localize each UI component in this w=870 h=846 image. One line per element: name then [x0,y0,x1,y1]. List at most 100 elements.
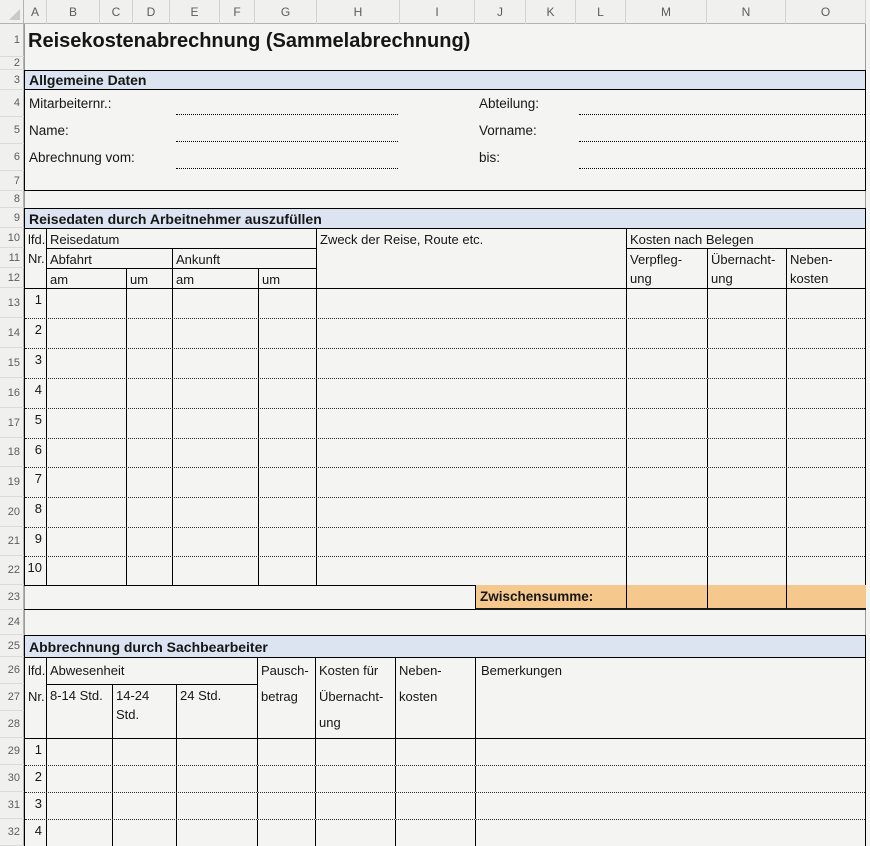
travel-row-cell[interactable] [627,498,708,527]
row-header-26[interactable]: 26 [0,657,24,684]
travel-row-cell[interactable] [317,468,627,497]
clerk-row-cell[interactable] [177,739,258,765]
select-all-corner[interactable] [0,0,24,24]
travel-row-cell[interactable] [708,439,787,467]
clerk-row-cell[interactable] [316,820,396,846]
travel-row-cell[interactable] [47,289,127,318]
input-line-name[interactable] [176,141,398,142]
header-ankunft-am[interactable]: am [173,269,259,289]
clerk-row-number[interactable]: 1 [25,739,47,765]
travel-row-number[interactable]: 3 [25,349,47,378]
travel-row-cell[interactable] [317,498,627,527]
row-header-2[interactable]: 2 [0,57,24,70]
travel-row-cell[interactable] [787,557,865,586]
column-header-H[interactable]: H [317,0,400,24]
travel-row-cell[interactable] [787,439,865,467]
subtotal-verpflegung-cell[interactable] [627,585,708,608]
subtotal-uebernachtung-cell[interactable] [708,585,787,608]
travel-row-cell[interactable] [47,528,127,556]
travel-row-cell[interactable] [173,349,259,378]
row-header-32[interactable]: 32 [0,819,24,846]
travel-row-cell[interactable] [127,557,173,586]
input-line-abteilung[interactable] [579,114,865,115]
clerk-row-cell[interactable] [476,820,865,846]
clerk-row-number[interactable]: 3 [25,793,47,819]
travel-row-cell[interactable] [259,379,317,408]
subtotal-nebenkosten-cell[interactable] [787,585,866,608]
travel-row-cell[interactable] [708,528,787,556]
travel-row-cell[interactable] [627,289,708,318]
clerk-row-cell[interactable] [113,820,177,846]
column-header-G[interactable]: G [255,0,317,24]
row-header-13[interactable]: 13 [0,288,24,318]
clerk-header-8-14-std[interactable]: 8-14 Std. [47,685,113,739]
travel-row-number[interactable]: 9 [25,528,47,556]
header-abfahrt[interactable]: Abfahrt [47,249,173,269]
header-ankunft[interactable]: Ankunft [173,249,317,269]
column-header-E[interactable]: E [170,0,220,24]
travel-row-cell[interactable] [47,409,127,438]
travel-row-cell[interactable] [627,409,708,438]
column-header-L[interactable]: L [576,0,626,24]
travel-row-cell[interactable] [627,528,708,556]
travel-row-cell[interactable] [127,379,173,408]
clerk-row-cell[interactable] [316,739,396,765]
column-header-I[interactable]: I [400,0,475,24]
travel-row-cell[interactable] [708,557,787,586]
clerk-row-number[interactable]: 2 [25,766,47,792]
travel-row-cell[interactable] [317,528,627,556]
travel-row-cell[interactable] [708,409,787,438]
travel-row-cell[interactable] [259,409,317,438]
travel-row-cell[interactable] [787,468,865,497]
column-header-K[interactable]: K [526,0,576,24]
clerk-row-cell[interactable] [47,739,113,765]
travel-row-cell[interactable] [173,319,259,348]
clerk-row-cell[interactable] [177,820,258,846]
row-header-30[interactable]: 30 [0,765,24,792]
travel-row-cell[interactable] [627,439,708,467]
clerk-header-bemerkungen[interactable]: Bemerkungen [476,658,866,739]
travel-row-cell[interactable] [317,557,627,586]
clerk-row-cell[interactable] [113,739,177,765]
column-header-M[interactable]: M [626,0,707,24]
travel-row-cell[interactable] [47,557,127,586]
travel-row-cell[interactable] [317,319,627,348]
travel-row-cell[interactable] [787,528,865,556]
row-header-27[interactable]: 27 [0,684,24,711]
travel-row-cell[interactable] [259,319,317,348]
travel-row-cell[interactable] [787,379,865,408]
travel-row-cell[interactable] [173,289,259,318]
travel-row-cell[interactable] [127,289,173,318]
travel-row-cell[interactable] [708,468,787,497]
travel-row-cell[interactable] [627,557,708,586]
column-header-N[interactable]: N [707,0,786,24]
travel-row-cell[interactable] [708,498,787,527]
clerk-row-cell[interactable] [47,766,113,792]
column-header-F[interactable]: F [220,0,255,24]
header-ankunft-um[interactable]: um [259,269,317,289]
travel-row-cell[interactable] [47,498,127,527]
travel-row-cell[interactable] [127,439,173,467]
row-header-10[interactable]: 10 [0,228,24,248]
travel-row-number[interactable]: 8 [25,498,47,527]
clerk-row-cell[interactable] [316,793,396,819]
travel-row-cell[interactable] [173,528,259,556]
column-header-C[interactable]: C [100,0,133,24]
row-header-19[interactable]: 19 [0,467,24,497]
travel-row-cell[interactable] [317,439,627,467]
clerk-row-cell[interactable] [396,820,476,846]
row-header-12[interactable]: 12 [0,268,24,288]
travel-row-cell[interactable] [47,379,127,408]
row-header-20[interactable]: 20 [0,497,24,527]
row-header-28[interactable]: 28 [0,711,24,738]
travel-row-cell[interactable] [173,468,259,497]
travel-row-cell[interactable] [787,349,865,378]
travel-row-cell[interactable] [787,319,865,348]
travel-row-cell[interactable] [47,319,127,348]
row-header-6[interactable]: 6 [0,144,24,171]
travel-row-cell[interactable] [127,528,173,556]
column-header-J[interactable]: J [475,0,526,24]
column-header-D[interactable]: D [133,0,170,24]
travel-row-number[interactable]: 5 [25,409,47,438]
row-header-4[interactable]: 4 [0,90,24,117]
